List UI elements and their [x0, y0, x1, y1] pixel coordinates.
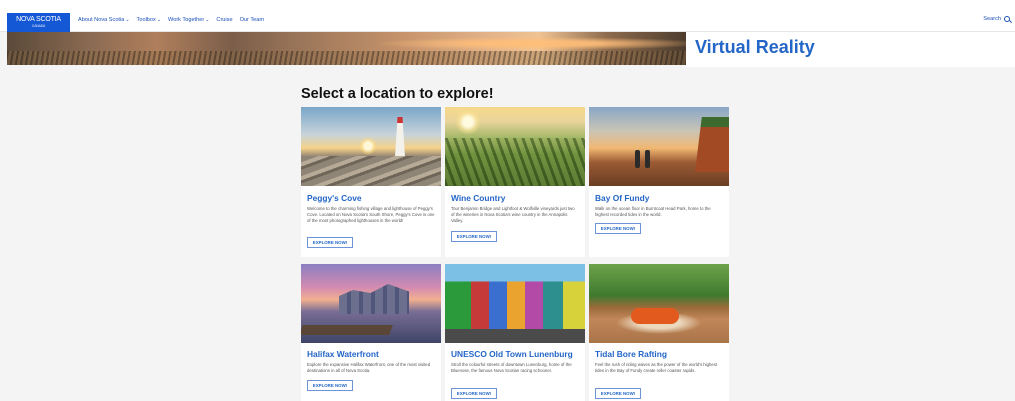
card-title[interactable]: UNESCO Old Town Lunenburg: [451, 349, 573, 359]
hero-banner-image: [7, 32, 689, 65]
card-description: Feel the rush of riding waves as the pow…: [595, 362, 718, 373]
tidal-bore-rafting-image: [589, 264, 729, 343]
location-card-halifax-waterfront[interactable]: Halifax Waterfront Explore the expansive…: [301, 264, 441, 401]
explore-now-button[interactable]: EXPLORE NOW!: [595, 388, 641, 399]
nav-item-about-nova-scotia[interactable]: About Nova Scotia ⌄: [78, 17, 130, 23]
logo-subtext: CANADA: [31, 24, 46, 28]
bay-of-fundy-image: [589, 107, 729, 186]
location-card-bay-of-fundy[interactable]: Bay Of Fundy Walk on the ocean floor in …: [589, 107, 729, 257]
card-title[interactable]: Tidal Bore Rafting: [595, 349, 667, 359]
card-description: Walk on the ocean floor in Burntcoat Hea…: [595, 206, 711, 217]
card-title[interactable]: Bay Of Fundy: [595, 193, 649, 203]
person-shape: [645, 150, 650, 168]
explore-now-button[interactable]: EXPLORE NOW!: [595, 223, 641, 234]
search-icon: [1004, 16, 1010, 22]
location-card-peggys-cove[interactable]: Peggy's Cove Welcome to the charming fis…: [301, 107, 441, 257]
rocks-shape: [301, 156, 441, 186]
sun-shape: [455, 109, 481, 135]
nav-item-label: Toolbox: [136, 17, 156, 23]
search-label: Search: [983, 16, 1001, 22]
card-description: Explore the expansive Halifax Waterfront…: [307, 362, 431, 373]
card-title[interactable]: Wine Country: [451, 193, 505, 203]
halifax-waterfront-image: [301, 264, 441, 343]
lunenburg-image: [445, 264, 585, 343]
location-card-tidal-bore-rafting[interactable]: Tidal Bore Rafting Feel the rush of ridi…: [589, 264, 729, 401]
page-title: Virtual Reality: [695, 37, 815, 57]
card-description: Tour Benjamin Bridge and Lightfoot & Wol…: [451, 206, 575, 223]
chevron-down-icon: ⌄: [156, 17, 162, 23]
card-title[interactable]: Peggy's Cove: [307, 193, 362, 203]
nova-scotia-logo[interactable]: NOVA SCOTIA CANADA: [7, 13, 70, 32]
nav-item-label: Our Team: [239, 17, 265, 23]
wine-country-image: [445, 107, 585, 186]
street-shape: [445, 329, 585, 343]
search-button[interactable]: Search: [983, 16, 1010, 22]
nav-item-cruise[interactable]: Cruise: [216, 17, 232, 23]
nav-item-our-team[interactable]: Our Team: [240, 17, 264, 23]
logo-text: NOVA SCOTIA: [16, 16, 61, 23]
sun-shape: [359, 137, 377, 155]
raft-shape: [631, 308, 679, 324]
lighthouse-shape: [395, 117, 405, 157]
card-description: Welcome to the charming fishing village …: [307, 206, 435, 223]
nav-item-label: Cruise: [216, 17, 233, 23]
explore-now-button[interactable]: EXPLORE NOW!: [451, 231, 497, 242]
nav-menu: About Nova Scotia ⌄ Toolbox ⌄ Work Toget…: [78, 17, 264, 23]
skyline-shape: [339, 284, 409, 314]
location-card-wine-country[interactable]: Wine Country Tour Benjamin Bridge and Li…: [445, 107, 585, 257]
person-shape: [635, 150, 640, 168]
chevron-down-icon: ⌄: [125, 17, 130, 23]
nav-item-work-together[interactable]: Work Together ⌄: [168, 17, 209, 23]
card-title[interactable]: Halifax Waterfront: [307, 349, 379, 359]
cliff-shape: [695, 117, 729, 172]
explore-now-button[interactable]: EXPLORE NOW!: [451, 388, 497, 399]
location-card-old-town-lunenburg[interactable]: UNESCO Old Town Lunenburg Stroll the col…: [445, 264, 585, 401]
top-navigation: NOVA SCOTIA CANADA About Nova Scotia ⌄ T…: [0, 0, 1015, 32]
nav-item-label: Work Together: [168, 17, 205, 23]
peggys-cove-image: [301, 107, 441, 186]
nav-item-toolbox[interactable]: Toolbox ⌄: [137, 17, 161, 23]
pier-shape: [301, 325, 393, 335]
card-description: Stroll the colourful streets of downtown…: [451, 362, 572, 373]
explore-now-button[interactable]: EXPLORE NOW!: [307, 380, 353, 391]
nav-item-label: About Nova Scotia: [78, 17, 125, 23]
explore-now-button[interactable]: EXPLORE NOW!: [307, 237, 353, 248]
vineyard-rows-shape: [445, 138, 585, 186]
chevron-down-icon: ⌄: [205, 17, 210, 23]
section-heading: Select a location to explore!: [301, 86, 494, 102]
